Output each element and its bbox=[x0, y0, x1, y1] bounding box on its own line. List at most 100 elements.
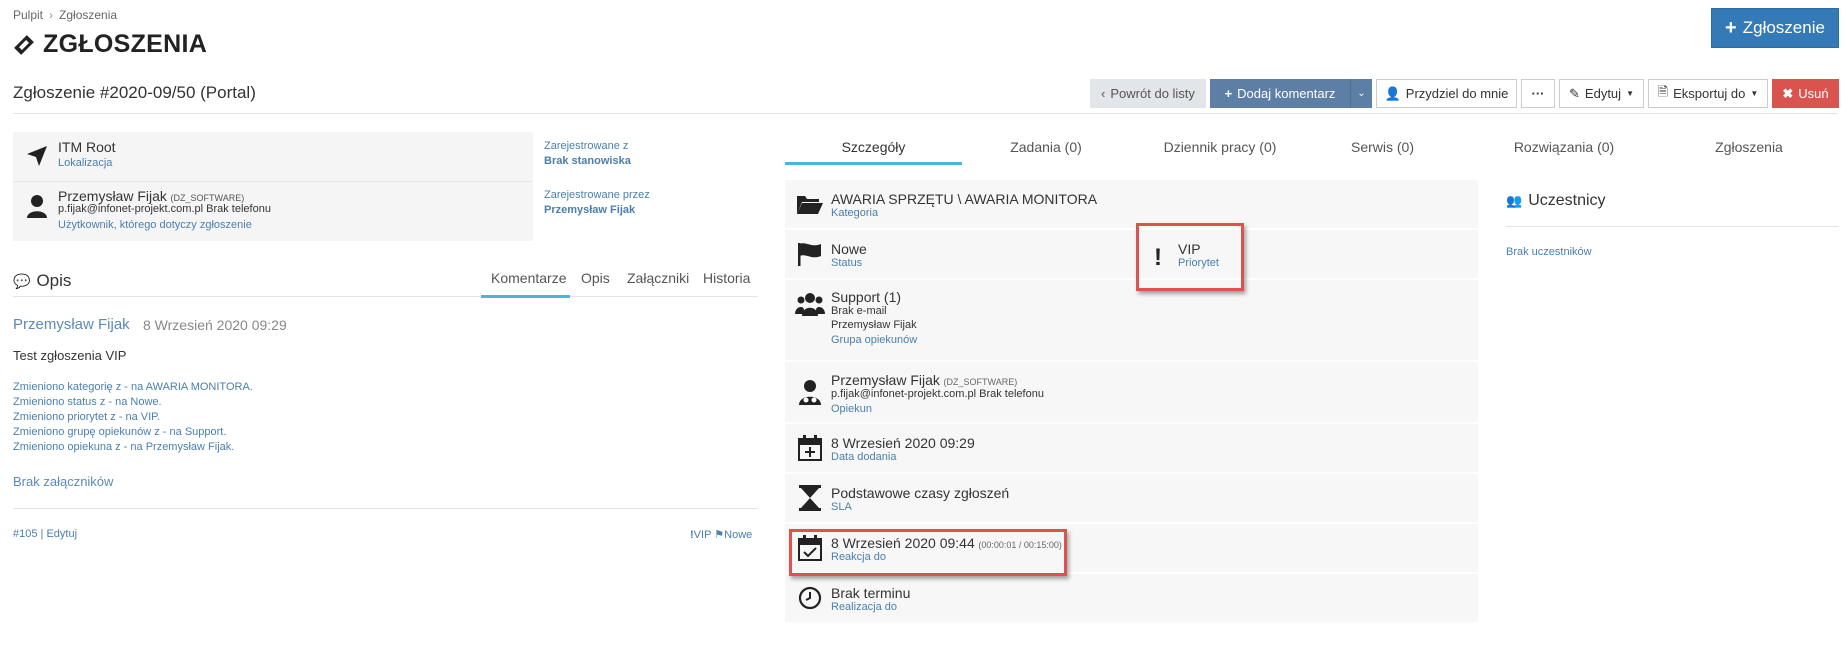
sla-row: Podstawowe czasy zgłoszeń SLA bbox=[785, 474, 1478, 524]
user-doctor-icon bbox=[795, 377, 825, 407]
comment-edit-link[interactable]: Edytuj bbox=[46, 528, 77, 540]
owner-company: (DZ_SOFTWARE) bbox=[943, 377, 1018, 387]
assign-to-me-button[interactable]: 👤 Przydziel do mnie bbox=[1376, 79, 1517, 108]
user-plus-icon: 👤 bbox=[1384, 85, 1401, 101]
file-icon: 🗎 bbox=[1657, 83, 1669, 99]
add-comment-dropdown[interactable]: ⌄ bbox=[1350, 79, 1372, 108]
location-arrow-icon bbox=[27, 146, 47, 166]
user-name-line: Przemysław Fijak (DZ_SOFTWARE) bbox=[58, 188, 244, 204]
close-icon: ✖ bbox=[1782, 85, 1794, 101]
edit-label: Edytuj bbox=[1584, 86, 1622, 101]
info-divider bbox=[13, 181, 533, 182]
change-item: Zmieniono kategorię z - na AWARIA MONITO… bbox=[13, 381, 253, 393]
tab-attachments[interactable]: Załączniki bbox=[627, 270, 689, 286]
realization-row: Brak terminu Realizacja do bbox=[785, 574, 1478, 624]
flag-icon bbox=[795, 239, 825, 269]
back-label: Powrót do listy bbox=[1110, 86, 1195, 101]
new-ticket-button[interactable]: + Zgłoszenie bbox=[1711, 8, 1839, 48]
tab-solutions[interactable]: Rozwiązania (0) bbox=[1494, 139, 1634, 155]
new-ticket-label: Zgłoszenie bbox=[1742, 18, 1825, 37]
registered-from-label: Zarejestrowane z bbox=[544, 140, 629, 152]
ticket-icon bbox=[14, 34, 34, 55]
added-value: 8 Wrzesień 2020 09:29 bbox=[831, 435, 975, 451]
tab-tickets[interactable]: Zgłoszenia bbox=[1694, 139, 1804, 155]
status-row: Nowe Status bbox=[785, 230, 1478, 280]
tab-details[interactable]: Szczegóły bbox=[785, 139, 962, 155]
comment-id: #105 bbox=[13, 528, 38, 540]
change-item: Zmieniono grupę opiekunów z - na Support… bbox=[13, 426, 227, 438]
category-label: Kategoria bbox=[831, 207, 879, 219]
tab-comments[interactable]: Komentarze bbox=[491, 270, 566, 286]
user-name: Przemysław Fijak bbox=[58, 188, 167, 204]
breadcrumb-current: Zgłoszenia bbox=[59, 8, 118, 22]
back-to-list-button[interactable]: ‹ Powrót do listy bbox=[1090, 79, 1206, 108]
tab-description[interactable]: Opis bbox=[581, 270, 610, 286]
group-email: Brak e-mail bbox=[831, 305, 887, 317]
comment-divider bbox=[13, 508, 758, 509]
page-title-text: ZGŁOSZENIA bbox=[43, 30, 208, 58]
delete-button[interactable]: ✖ Usuń bbox=[1772, 79, 1839, 108]
user-icon bbox=[27, 195, 47, 218]
change-item: Zmieniono status z - na Nowe. bbox=[13, 396, 162, 408]
chevron-right-icon: › bbox=[49, 8, 54, 22]
tab-worklog[interactable]: Dziennik pracy (0) bbox=[1146, 139, 1294, 155]
add-comment-label: Dodaj komentarz bbox=[1237, 86, 1336, 101]
more-icon: ··· bbox=[1531, 86, 1545, 101]
owner-value: Przemysław Fijak bbox=[831, 372, 940, 388]
participants-title: Uczestnicy bbox=[1528, 192, 1606, 209]
comments-icon: 💬 bbox=[13, 272, 31, 289]
page-title: ZGŁOSZENIA bbox=[13, 30, 207, 59]
comment-author[interactable]: Przemysław Fijak bbox=[13, 316, 130, 333]
realization-label: Realizacja do bbox=[831, 601, 898, 613]
comment-body: Test zgłoszenia VIP bbox=[13, 348, 127, 363]
export-button[interactable]: 🗎 Eksportuj do ▼ bbox=[1648, 79, 1768, 108]
category-value: AWARIA SPRZĘTU \ AWARIA MONITORA bbox=[831, 191, 1098, 207]
group-row: Support (1) Brak e-mail Przemysław Fijak… bbox=[785, 280, 1478, 362]
tab-history[interactable]: Historia bbox=[703, 270, 750, 286]
more-button[interactable]: ··· bbox=[1521, 79, 1555, 108]
breadcrumb: Pulpit › Zgłoszenia bbox=[13, 8, 117, 22]
tab-service[interactable]: Serwis (0) bbox=[1330, 139, 1435, 155]
plus-icon: + bbox=[1224, 86, 1233, 101]
change-log: Zmieniono kategorię z - na AWARIA MONITO… bbox=[13, 380, 253, 455]
divider bbox=[13, 113, 1838, 114]
priority-label: Priorytet bbox=[1178, 257, 1219, 269]
plus-icon: + bbox=[1725, 16, 1737, 39]
caret-down-icon: ▼ bbox=[1750, 89, 1759, 98]
ticket-title: Zgłoszenie #2020-09/50 (Portal) bbox=[13, 83, 256, 102]
add-comment-button[interactable]: + Dodaj komentarz bbox=[1210, 79, 1350, 108]
registered-by-value[interactable]: Przemysław Fijak bbox=[544, 204, 635, 216]
no-participants: Brak uczestników bbox=[1506, 246, 1592, 258]
priority-field: VIP Priorytet bbox=[1178, 241, 1219, 269]
tabs-underline bbox=[13, 296, 758, 297]
group-value: Support (1) bbox=[831, 289, 902, 305]
owner-row: Przemysław Fijak (DZ_SOFTWARE) p.fijak@i… bbox=[785, 362, 1478, 424]
group-label: Grupa opiekunów bbox=[831, 334, 918, 346]
breadcrumb-home-link[interactable]: Pulpit bbox=[13, 8, 43, 22]
folder-open-icon bbox=[795, 189, 825, 219]
users-icon: 👥 bbox=[1506, 193, 1523, 208]
registered-by-label: Zarejestrowane przez bbox=[544, 189, 650, 201]
clock-icon bbox=[795, 583, 825, 613]
sla-value: Podstawowe czasy zgłoszeń bbox=[831, 485, 1010, 501]
user-contact: p.fijak@infonet-projekt.com.pl Brak tele… bbox=[58, 203, 271, 215]
edit-button[interactable]: ✎ Edytuj ▼ bbox=[1559, 79, 1644, 108]
user-company: (DZ_SOFTWARE) bbox=[170, 193, 245, 203]
participants-header: 👥 Uczestnicy bbox=[1506, 192, 1606, 210]
active-tab-indicator bbox=[481, 295, 570, 298]
comment-status: Nowe bbox=[724, 529, 753, 541]
owner-label: Opiekun bbox=[831, 403, 872, 415]
delete-label: Usuń bbox=[1798, 86, 1829, 101]
change-item: Zmieniono opiekuna z - na Przemysław Fij… bbox=[13, 441, 235, 453]
added-label: Data dodania bbox=[831, 451, 897, 463]
footer-separator: | bbox=[40, 528, 44, 540]
calendar-plus-icon bbox=[795, 433, 825, 463]
chevron-left-icon: ‹ bbox=[1101, 86, 1106, 101]
tab-tasks[interactable]: Zadania (0) bbox=[978, 139, 1114, 155]
category-row: AWARIA SPRZĘTU \ AWARIA MONITORA Kategor… bbox=[785, 180, 1478, 230]
description-title: Opis bbox=[36, 271, 72, 290]
change-item: Zmieniono priorytet z - na VIP. bbox=[13, 411, 161, 423]
comment-priority: VIP bbox=[693, 529, 712, 541]
assign-label: Przydziel do mnie bbox=[1405, 86, 1509, 101]
comment-footer: #105 | Edytuj bbox=[13, 528, 77, 540]
